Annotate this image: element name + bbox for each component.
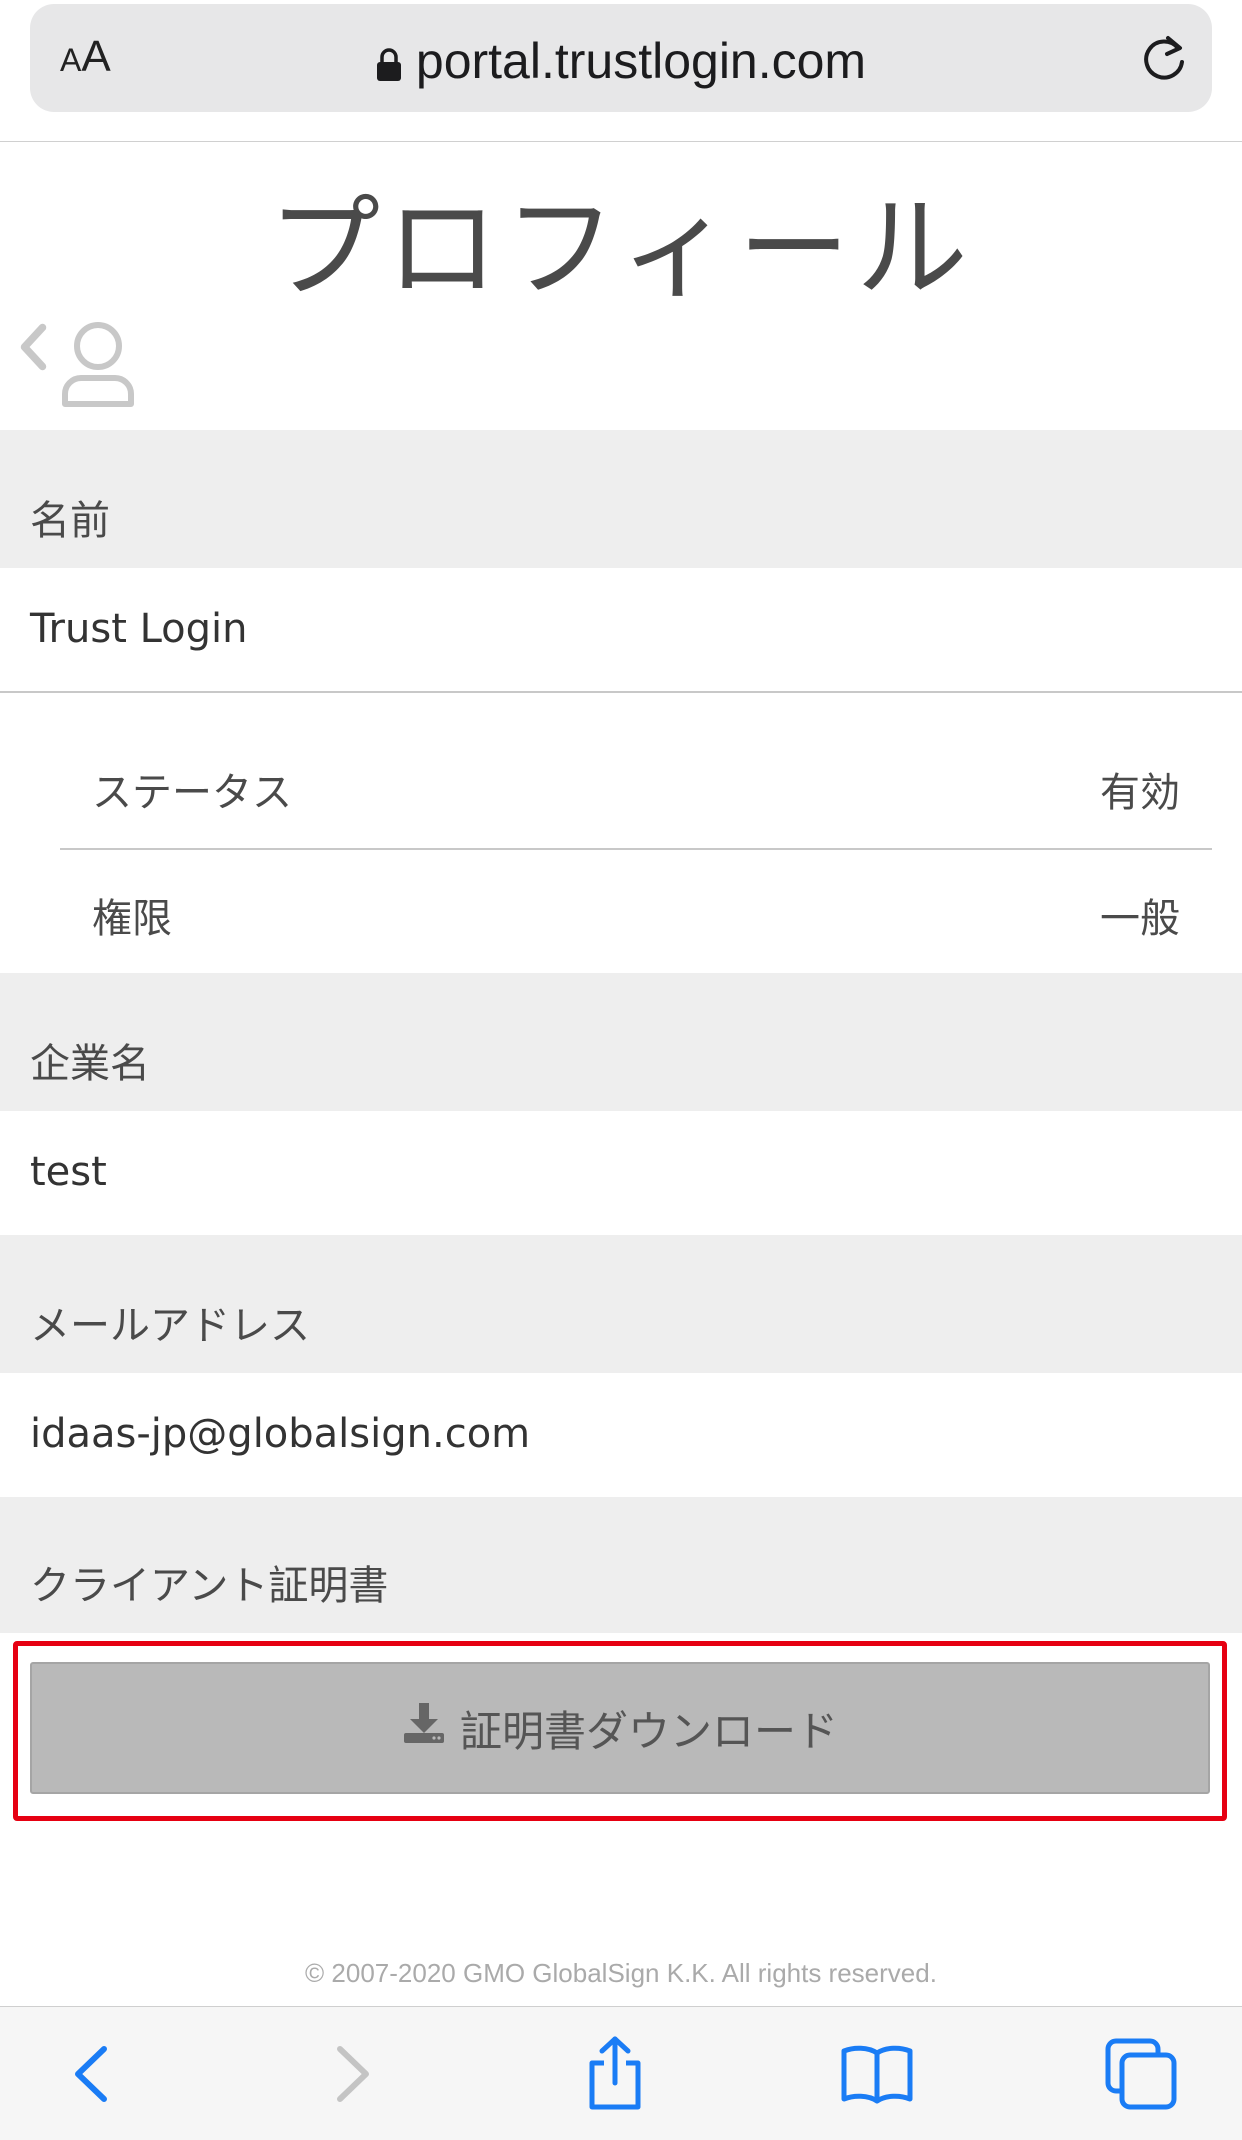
- nav-back-icon[interactable]: [68, 2043, 114, 2109]
- copyright-text: © 2007-2020 GMO GlobalSign K.K. All righ…: [305, 1958, 937, 1988]
- divider: [60, 848, 1212, 850]
- bookmarks-icon[interactable]: [840, 2043, 914, 2109]
- url-field[interactable]: AA portal.trustlogin.com: [30, 4, 1212, 112]
- lock-icon: [376, 36, 402, 94]
- browser-address-bar: AA portal.trustlogin.com: [0, 0, 1242, 142]
- certificate-section-header: クライアント証明書: [0, 1497, 1242, 1633]
- status-value: 有効: [1100, 770, 1180, 816]
- reload-icon[interactable]: [1138, 32, 1190, 88]
- name-value: Trust Login: [30, 606, 248, 652]
- company-label: 企業名: [30, 1041, 150, 1087]
- tabs-icon[interactable]: [1104, 2037, 1178, 2115]
- user-icon: [20, 322, 134, 407]
- nav-forward-icon[interactable]: [330, 2043, 376, 2109]
- download-button-label: 証明書ダウンロード: [459, 1706, 838, 1756]
- page-title: プロフィール: [268, 184, 974, 314]
- url-text: portal.trustlogin.com: [415, 33, 867, 89]
- status-label: ステータス: [92, 770, 292, 816]
- company-section-header: 企業名: [0, 973, 1242, 1111]
- download-icon: [402, 1701, 446, 1755]
- company-value: test: [30, 1149, 107, 1195]
- role-label: 権限: [92, 896, 172, 942]
- certificate-label: クライアント証明書: [30, 1563, 389, 1609]
- name-section-header: 名前: [0, 430, 1242, 568]
- role-value: 一般: [1100, 896, 1180, 942]
- divider: [0, 691, 1242, 693]
- email-section-header: メールアドレス: [0, 1235, 1242, 1373]
- email-value-row: idaas-jp@globalsign.com: [0, 1373, 1242, 1497]
- company-value-row: test: [0, 1111, 1242, 1235]
- browser-toolbar: [0, 2006, 1242, 2140]
- email-value: idaas-jp@globalsign.com: [30, 1411, 531, 1457]
- name-value-row: Trust Login: [0, 568, 1242, 692]
- back-to-user-button[interactable]: [14, 322, 144, 414]
- name-label: 名前: [30, 498, 110, 544]
- url-display[interactable]: portal.trustlogin.com: [30, 32, 1212, 94]
- email-label: メールアドレス: [30, 1303, 310, 1349]
- share-icon[interactable]: [584, 2035, 646, 2115]
- certificate-download-button[interactable]: 証明書ダウンロード: [30, 1662, 1210, 1794]
- screen: AA portal.trustlogin.com プロフィール 名前 Trust…: [0, 0, 1242, 2140]
